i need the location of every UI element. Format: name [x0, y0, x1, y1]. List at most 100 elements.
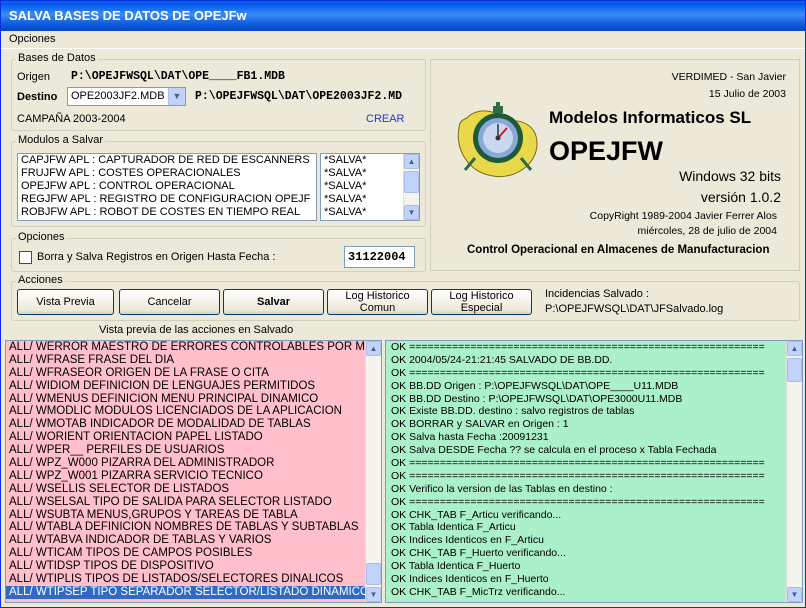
incidencias-label: Incidencias Salvado : — [545, 288, 649, 300]
list-item[interactable]: FRUJFW APL : COSTES OPERACIONALES — [18, 167, 316, 180]
arrow-down-icon[interactable]: ▼ — [404, 205, 419, 220]
list-item[interactable]: ALL/ WMODLIC MODULOS LICENCIADOS DE LA A… — [6, 405, 381, 418]
incidencias-path: P:\OPEJFWSQL\DAT\JFSalvado.log — [545, 303, 724, 315]
list-item[interactable]: CAPJFW APL : CAPTURADOR DE RED DE ESCANN… — [18, 154, 316, 167]
modulos-scrollbar[interactable]: ▲ ▼ — [403, 154, 419, 220]
list-item[interactable]: OK Verifico la version de las Tablas en … — [386, 483, 802, 496]
list-item[interactable]: ALL/ WPZ_W001 PIZARRA SERVICIO TECNICO — [6, 470, 381, 483]
list-item[interactable]: OK Salva DESDE Fecha ?? se calcula en el… — [386, 444, 802, 457]
modulos-list[interactable]: CAPJFW APL : CAPTURADOR DE RED DE ESCANN… — [17, 153, 317, 221]
list-item[interactable]: ALL/ WSUBTA MENUS,GRUPOS Y TAREAS DE TAB… — [6, 509, 381, 522]
list-item[interactable]: ALL/ WTIPLIS TIPOS DE LISTADOS/SELECTORE… — [6, 573, 381, 586]
stopwatch-logo-icon — [457, 102, 538, 178]
list-item[interactable]: ROBJFW APL : ROBOT DE COSTES EN TIEMPO R… — [18, 206, 316, 219]
log-comun-label-2: Comun — [359, 302, 396, 314]
list-item[interactable]: OK Indices Identicos en F_Articu — [386, 534, 802, 547]
arrow-up-icon[interactable]: ▲ — [366, 341, 381, 356]
list-item[interactable]: ALL/ WTICAM TIPOS DE CAMPOS POSIBLES — [6, 547, 381, 560]
list-item[interactable]: ALL/ WIDIOM DEFINICION DE LENGUAJES PERM… — [6, 380, 381, 393]
list-item[interactable]: OK BB.DD Origen : P:\OPEJFWSQL\DAT\OPE__… — [386, 380, 802, 393]
list-item-selected[interactable]: ALL/ WTIPSEP TIPO SEPARADOR SELECTOR/LIS… — [6, 585, 381, 599]
salvar-button[interactable]: Salvar — [223, 289, 324, 315]
product-name: OPEJFW — [549, 136, 664, 166]
opciones-group-label: Opciones — [16, 231, 67, 243]
fecha-input[interactable]: 31122004 — [344, 246, 415, 268]
about-panel: VERDIMED - San Javier 15 Julio de 2003 M… — [430, 59, 800, 271]
list-item[interactable]: OK Salva hasta Fecha :20091231 — [386, 431, 802, 444]
list-item[interactable]: ALL/ WTIDSP TIPOS DE DISPOSITIVO — [6, 560, 381, 573]
list-item[interactable]: ALL/ WTABVA INDICADOR DE TABLAS Y VARIOS — [6, 534, 381, 547]
list-item[interactable]: OK CHK_TAB F_MicTrz verificando... — [386, 586, 802, 599]
date-top: 15 Julio de 2003 — [708, 88, 786, 100]
crear-link[interactable]: CREAR — [366, 113, 405, 125]
arrow-up-icon[interactable]: ▲ — [404, 154, 419, 169]
list-item[interactable]: OK BORRAR y SALVAR en Origen : 1 — [386, 418, 802, 431]
title-bar[interactable]: SALVA BASES DE DATOS DE OPEJFw — [1, 1, 805, 31]
list-item[interactable]: OK Indices Identicos en F_Huerto — [386, 573, 802, 586]
chevron-down-icon[interactable]: ▼ — [168, 88, 185, 105]
list-item[interactable]: OK CHK_TAB F_Articu verificando... — [386, 509, 802, 522]
borra-salva-checkbox[interactable] — [19, 251, 32, 264]
list-item[interactable]: ALL/ WMOTAB INDICADOR DE MODALIDAD DE TA… — [6, 418, 381, 431]
cancelar-label: Cancelar — [147, 296, 192, 308]
list-item[interactable]: ALL/ WPZ_W000 PIZARRA DEL ADMINISTRADOR — [6, 457, 381, 470]
preview-caption: Vista previa de las acciones en Salvado — [99, 324, 294, 336]
list-item[interactable]: ALL/ WMENUS DEFINICION MENU PRINCIPAL DI… — [6, 393, 381, 406]
log-comun-button[interactable]: Log Historico Comun — [327, 289, 428, 315]
main-window: SALVA BASES DE DATOS DE OPEJFw Opciones … — [0, 0, 806, 608]
list-item[interactable]: OK BB.DD Destino : P:\OPEJFWSQL\DAT\OPE3… — [386, 393, 802, 406]
acciones-group-label: Acciones — [16, 274, 65, 286]
log-especial-label-1: Log Historico — [449, 290, 514, 302]
list-item[interactable]: OK =====================================… — [386, 341, 802, 354]
log-scrollbar[interactable]: ▲ ▼ — [786, 341, 802, 602]
platform-label: Windows 32 bits — [679, 168, 781, 184]
origen-label: Origen — [17, 71, 51, 83]
company-name: Modelos Informaticos SL — [549, 108, 752, 127]
borra-salva-label: Borra y Salva Registros en Origen Hasta … — [37, 251, 276, 263]
modulos-status-list[interactable]: *SALVA* *SALVA* *SALVA* *SALVA* *SALVA* … — [320, 153, 420, 221]
list-item[interactable]: OK =====================================… — [386, 457, 802, 470]
list-item[interactable]: ALL/ WSELLIS SELECTOR DE LISTADOS — [6, 483, 381, 496]
arrow-down-icon[interactable]: ▼ — [787, 587, 802, 602]
company-top: VERDIMED - San Javier — [671, 71, 786, 83]
list-item[interactable]: OPEJFW APL : CONTROL OPERACIONAL — [18, 180, 316, 193]
list-item[interactable]: ALL/ WFRASEOR ORIGEN DE LA FRASE O CITA — [6, 367, 381, 380]
modulos-group-label: Modulos a Salvar — [16, 134, 105, 146]
list-item[interactable]: ALL/ WERROR MAESTRO DE ERRORES CONTROLAB… — [6, 341, 381, 354]
list-item[interactable]: OK =====================================… — [386, 496, 802, 509]
destino-combo[interactable]: OPE2003JF2.MDB ▼ — [67, 87, 186, 106]
list-item[interactable]: REGJFW APL : REGISTRO DE CONFIGURACION O… — [18, 193, 316, 206]
vista-previa-button[interactable]: Vista Previa — [17, 289, 114, 315]
log-especial-label-2: Especial — [460, 302, 503, 314]
description-label: Control Operacional en Almacenes de Manu… — [467, 244, 770, 256]
log-list[interactable]: OK =====================================… — [385, 340, 803, 603]
list-item[interactable]: OK Tabla Identica F_Huerto — [386, 560, 802, 573]
salvar-label: Salvar — [256, 296, 291, 308]
today-label: miércoles, 28 de julio de 2004 — [637, 225, 777, 237]
list-item[interactable]: OK =====================================… — [386, 367, 802, 380]
list-item[interactable]: ALL/ WORIENT ORIENTACION PAPEL LISTADO — [6, 431, 381, 444]
list-item[interactable]: ALL/ WFRASE FRASE DEL DIA — [6, 354, 381, 367]
list-item[interactable]: OK Tabla Identica F_Articu — [386, 521, 802, 534]
list-item[interactable]: OK 2004/05/24-21:21:45 SALVADO DE BB.DD. — [386, 354, 802, 367]
preview-list[interactable]: ALL/ WERROR MAESTRO DE ERRORES CONTROLAB… — [5, 340, 382, 603]
list-item[interactable]: ALL/ WPER__ PERFILES DE USUARIOS — [6, 444, 381, 457]
list-item[interactable]: OK =====================================… — [386, 470, 802, 483]
scroll-thumb[interactable] — [366, 563, 381, 585]
list-item[interactable]: ALL/ WSELSAL TIPO DE SALIDA PARA SELECTO… — [6, 496, 381, 509]
arrow-down-icon[interactable]: ▼ — [366, 587, 381, 602]
log-comun-label-1: Log Historico — [345, 290, 410, 302]
scroll-thumb[interactable] — [787, 358, 802, 382]
campana-label: CAMPAÑA 2003-2004 — [17, 113, 126, 125]
preview-scrollbar[interactable]: ▲ ▼ — [365, 341, 381, 602]
log-especial-button[interactable]: Log Historico Especial — [431, 289, 532, 315]
menu-opciones[interactable]: Opciones — [9, 33, 55, 45]
list-item[interactable]: OK CHK_TAB F_Huerto verificando... — [386, 547, 802, 560]
list-item[interactable]: OK Existe BB.DD. destino : salvo registr… — [386, 405, 802, 418]
cancelar-button[interactable]: Cancelar — [119, 289, 220, 315]
arrow-up-icon[interactable]: ▲ — [787, 341, 802, 356]
menu-bar: Opciones — [1, 31, 805, 49]
window-title: SALVA BASES DE DATOS DE OPEJFw — [9, 8, 247, 23]
scroll-thumb[interactable] — [404, 171, 419, 193]
list-item[interactable]: ALL/ WTABLA DEFINICION NOMBRES DE TABLAS… — [6, 521, 381, 534]
